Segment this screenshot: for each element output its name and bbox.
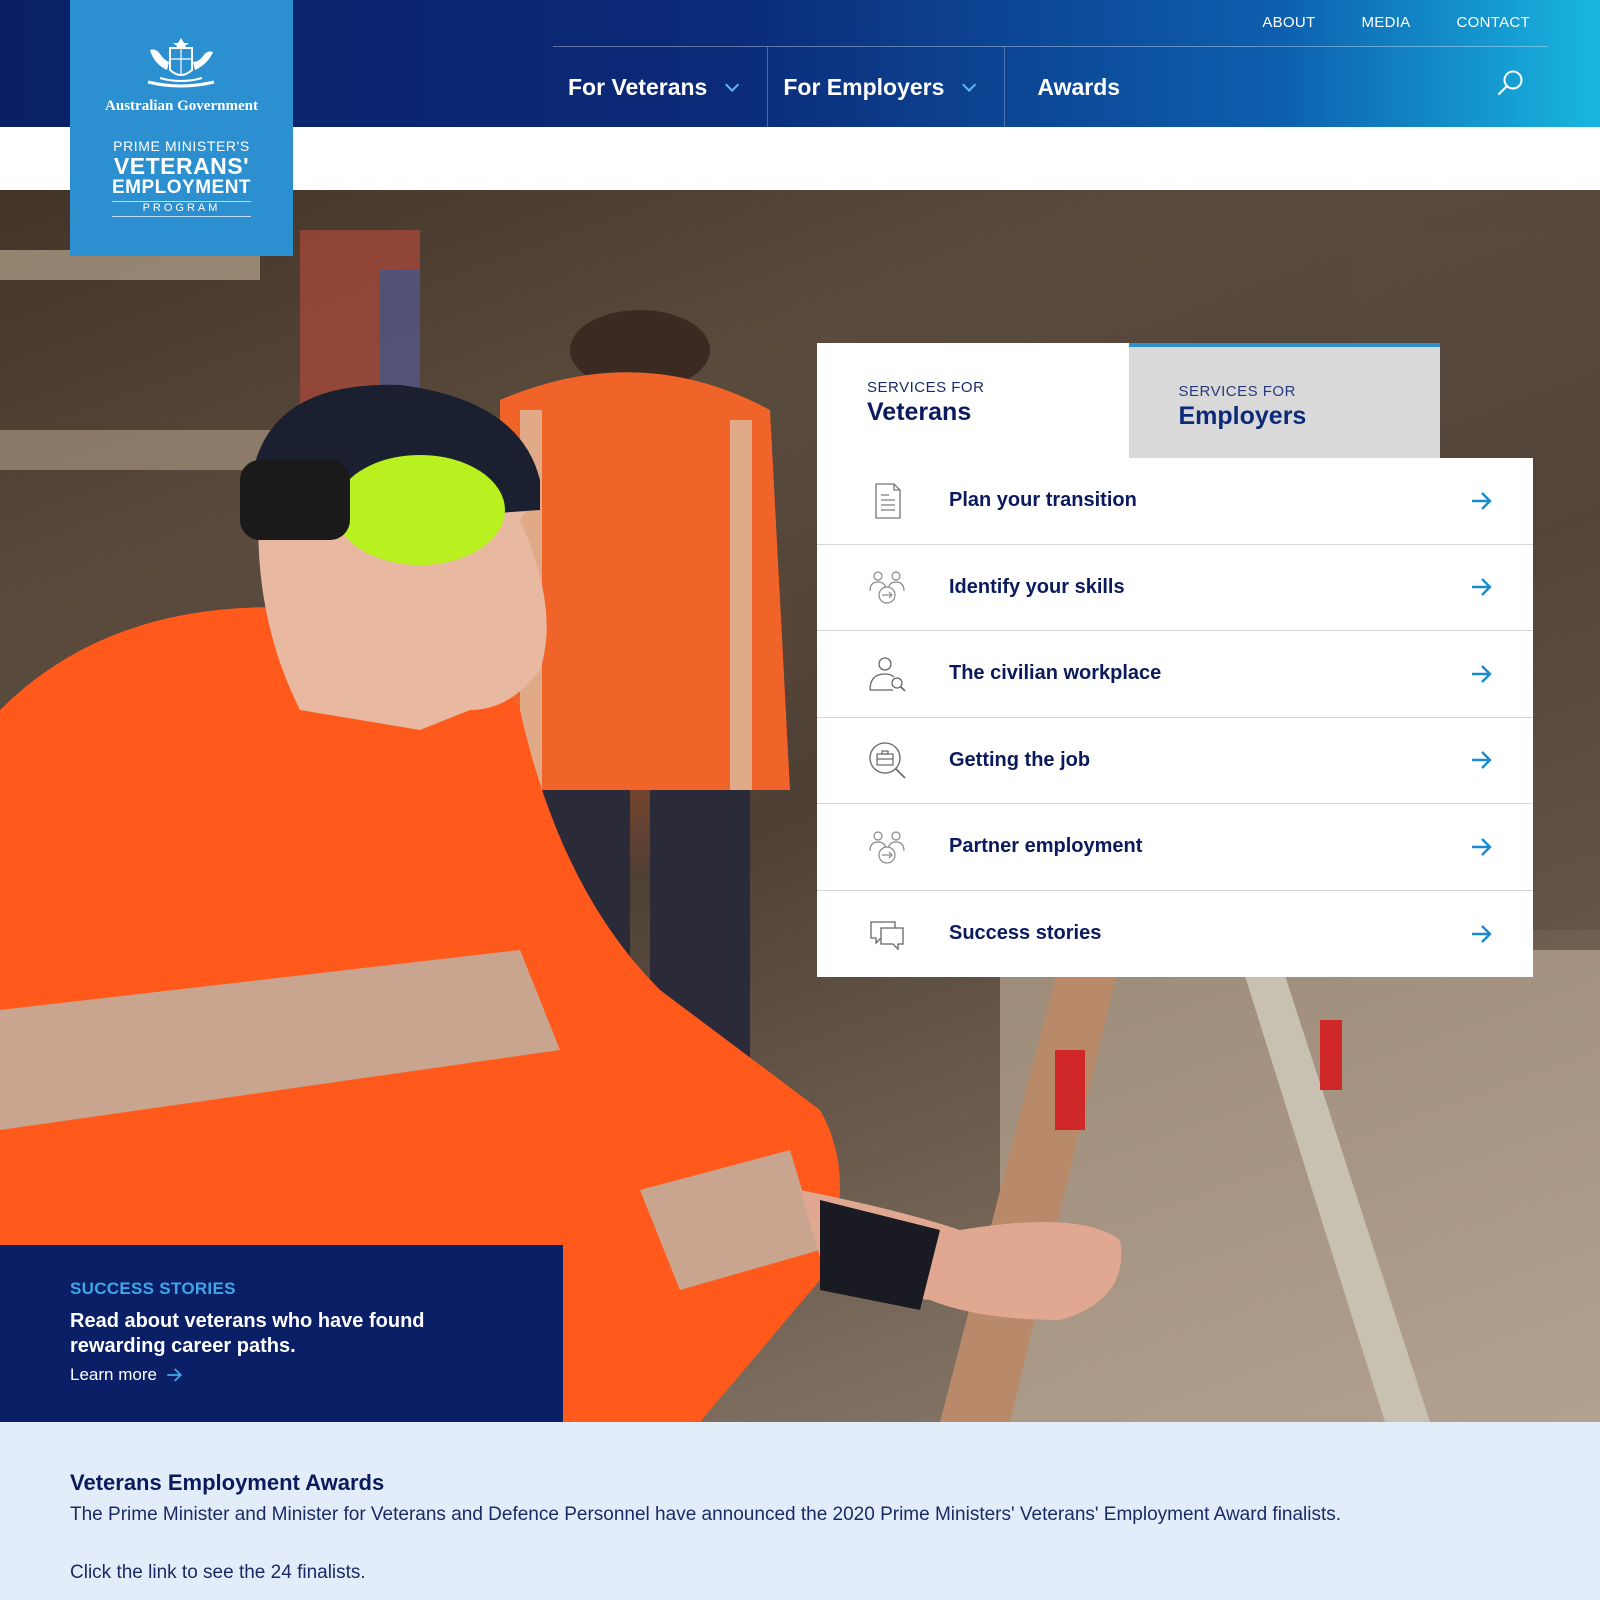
nav-for-employers-label: For Employers	[783, 73, 945, 100]
logo-government-text: Australian Government	[105, 98, 258, 114]
nav-for-veterans-label: For Veterans	[568, 73, 708, 100]
utility-nav: ABOUT MEDIA CONTACT	[1262, 14, 1530, 31]
arrow-right-icon	[1472, 491, 1492, 510]
coat-of-arms-icon	[147, 38, 215, 88]
tab-veterans-title: Veterans	[867, 398, 972, 426]
service-label: Getting the job	[949, 748, 1091, 771]
services-tabs: SERVICES FOR Veterans SERVICES FOR Emplo…	[817, 343, 1440, 458]
awards-section: Veterans Employment Awards The Prime Min…	[0, 1422, 1600, 1600]
logo-line-1: PRIME MINISTER'S	[113, 138, 250, 154]
people-exchange-icon	[869, 831, 905, 864]
logo-line-2: VETERANS'	[113, 153, 250, 179]
learn-more-label: Learn more	[70, 1365, 157, 1384]
story-kicker: SUCCESS STORIES	[70, 1279, 236, 1298]
logo-line-3: EMPLOYMENT	[111, 177, 252, 198]
service-partner-employment[interactable]: Partner employment	[817, 804, 1533, 891]
people-exchange-icon	[869, 571, 905, 604]
service-label: Plan your transition	[949, 489, 1137, 512]
awards-description: The Prime Minister and Minister for Vete…	[70, 1504, 1342, 1525]
service-getting-the-job[interactable]: Getting the job	[817, 718, 1533, 804]
success-stories-callout: SUCCESS STORIES Read about veterans who …	[0, 1245, 563, 1422]
arrow-right-icon	[1472, 578, 1492, 597]
service-label: Partner employment	[949, 835, 1143, 858]
story-text: Read about veterans who have found rewar…	[70, 1310, 425, 1357]
nav-for-employers[interactable]: For Employers	[768, 47, 1006, 127]
main-nav: For Veterans For Employers Awards	[553, 47, 1152, 127]
arrow-right-icon	[1472, 664, 1492, 683]
services-list: Plan your transition Identify your skill…	[817, 458, 1533, 977]
nav-awards-label: Awards	[1037, 73, 1121, 100]
arrow-right-icon	[167, 1368, 182, 1382]
nav-awards[interactable]: Awards	[1005, 47, 1152, 127]
service-label: Success stories	[949, 922, 1102, 945]
chat-bubbles-icon	[870, 921, 904, 951]
arrow-right-icon	[1472, 924, 1492, 943]
service-success-stories[interactable]: Success stories	[817, 891, 1533, 978]
service-label: Identify your skills	[949, 575, 1125, 598]
person-search-icon	[869, 657, 906, 692]
service-identify-your-skills[interactable]: Identify your skills	[817, 545, 1533, 631]
nav-contact-link[interactable]: CONTACT	[1457, 14, 1530, 31]
arrow-right-icon	[1472, 837, 1492, 856]
learn-more-link[interactable]: Learn more	[70, 1365, 563, 1385]
awards-title: Veterans Employment Awards	[70, 1470, 385, 1495]
document-icon	[875, 483, 901, 519]
chevron-down-icon	[962, 77, 977, 92]
service-label: The civilian workplace	[949, 662, 1162, 685]
search-icon[interactable]	[1495, 68, 1525, 98]
briefcase-search-icon	[869, 742, 906, 779]
awards-link-text: Click the link to see the 24 finalists.	[70, 1562, 366, 1583]
nav-media-link[interactable]: MEDIA	[1362, 14, 1411, 31]
service-plan-your-transition[interactable]: Plan your transition	[817, 458, 1533, 545]
chevron-down-icon	[725, 77, 740, 92]
nav-about-link[interactable]: ABOUT	[1262, 14, 1315, 31]
nav-for-veterans[interactable]: For Veterans	[553, 47, 769, 127]
tab-employers[interactable]: SERVICES FOR Employers	[1128, 343, 1440, 458]
site-logo[interactable]: Australian Government PRIME MINISTER'S V…	[70, 0, 293, 256]
tab-employers-title: Employers	[1178, 402, 1307, 430]
tab-veterans[interactable]: SERVICES FOR Veterans	[817, 343, 1129, 458]
tab-veterans-kicker: SERVICES FOR	[867, 379, 985, 396]
service-the-civilian-workplace[interactable]: The civilian workplace	[817, 631, 1533, 718]
logo-divider	[112, 216, 251, 217]
arrow-right-icon	[1472, 751, 1492, 770]
logo-line-4: PROGRAM	[142, 202, 221, 214]
tab-employers-kicker: SERVICES FOR	[1178, 383, 1296, 400]
